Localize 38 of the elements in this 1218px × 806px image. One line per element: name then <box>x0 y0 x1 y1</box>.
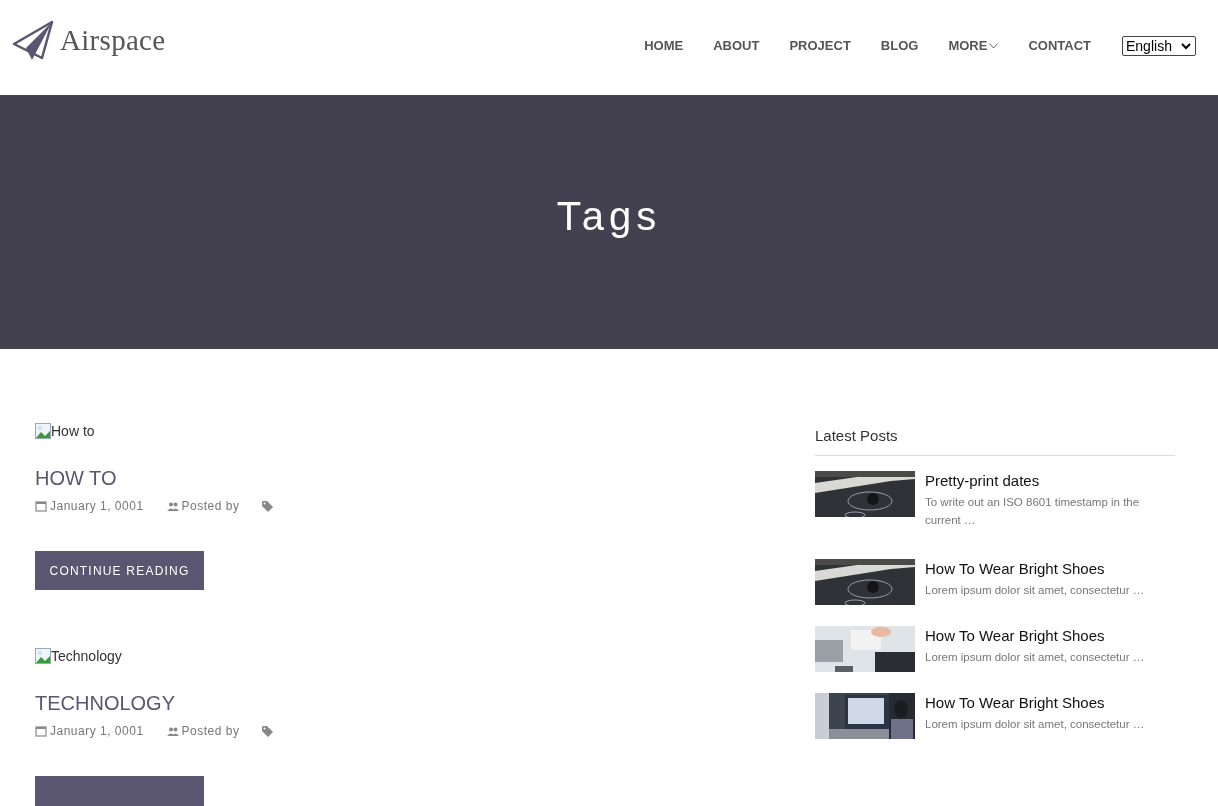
broken-image-icon <box>35 648 51 664</box>
post-title[interactable]: HOW TO <box>35 466 117 490</box>
chevron-down-icon <box>1181 42 1191 50</box>
latest-post-title[interactable]: How To Wear Bright Shoes <box>925 559 1105 579</box>
nav-link[interactable]: BLOG <box>865 37 934 55</box>
calendar-icon <box>35 500 47 512</box>
broken-image-icon <box>35 423 51 439</box>
sidebar-title: Latest Posts <box>815 427 899 445</box>
continue-reading-button[interactable]: CONTINUE READING <box>35 551 204 590</box>
latest-post-excerpt: To write out an ISO 8601 timestamp in the current … <box>925 495 1141 528</box>
post-title[interactable]: TECHNOLOGY <box>35 691 176 715</box>
logo-text[interactable]: Airspace <box>60 19 166 63</box>
chevron-down-icon <box>989 43 999 49</box>
paper-plane-logo-icon[interactable] <box>12 19 54 62</box>
latest-post-excerpt: Lorem ipsum dolor sit amet, consectetur … <box>925 717 1146 732</box>
tag-icon <box>262 500 274 512</box>
nav-link[interactable]: HOME <box>629 37 699 55</box>
post-author: Posted by <box>181 498 240 515</box>
image-alt-text: How to <box>51 421 95 441</box>
page-title: Tags <box>556 193 662 240</box>
post-date: January 1, 0001 <box>50 498 144 515</box>
latest-post-title[interactable]: How To Wear Bright Shoes <box>925 693 1105 713</box>
latest-post-title[interactable]: How To Wear Bright Shoes <box>925 626 1105 646</box>
latest-post-excerpt: Lorem ipsum dolor sit amet, consectetur … <box>925 650 1146 665</box>
nav-link[interactable]: ABOUT <box>698 37 775 55</box>
nav-link[interactable]: CONTACT <box>1013 37 1106 55</box>
people-icon <box>166 501 179 511</box>
image-alt-text: Technology <box>51 646 122 666</box>
nav-link[interactable]: MORE <box>933 37 1014 55</box>
latest-post-excerpt: Lorem ipsum dolor sit amet, consectetur … <box>925 583 1146 598</box>
language-select[interactable]: English <box>1122 36 1196 56</box>
latest-post-title[interactable]: Pretty-print dates <box>925 471 1040 491</box>
nav-link[interactable]: PROJECT <box>774 37 866 55</box>
tag-icon <box>262 725 274 737</box>
post-author: Posted by <box>181 723 240 740</box>
calendar-icon <box>35 725 47 737</box>
post-date: January 1, 0001 <box>50 723 144 740</box>
people-icon <box>166 726 179 736</box>
